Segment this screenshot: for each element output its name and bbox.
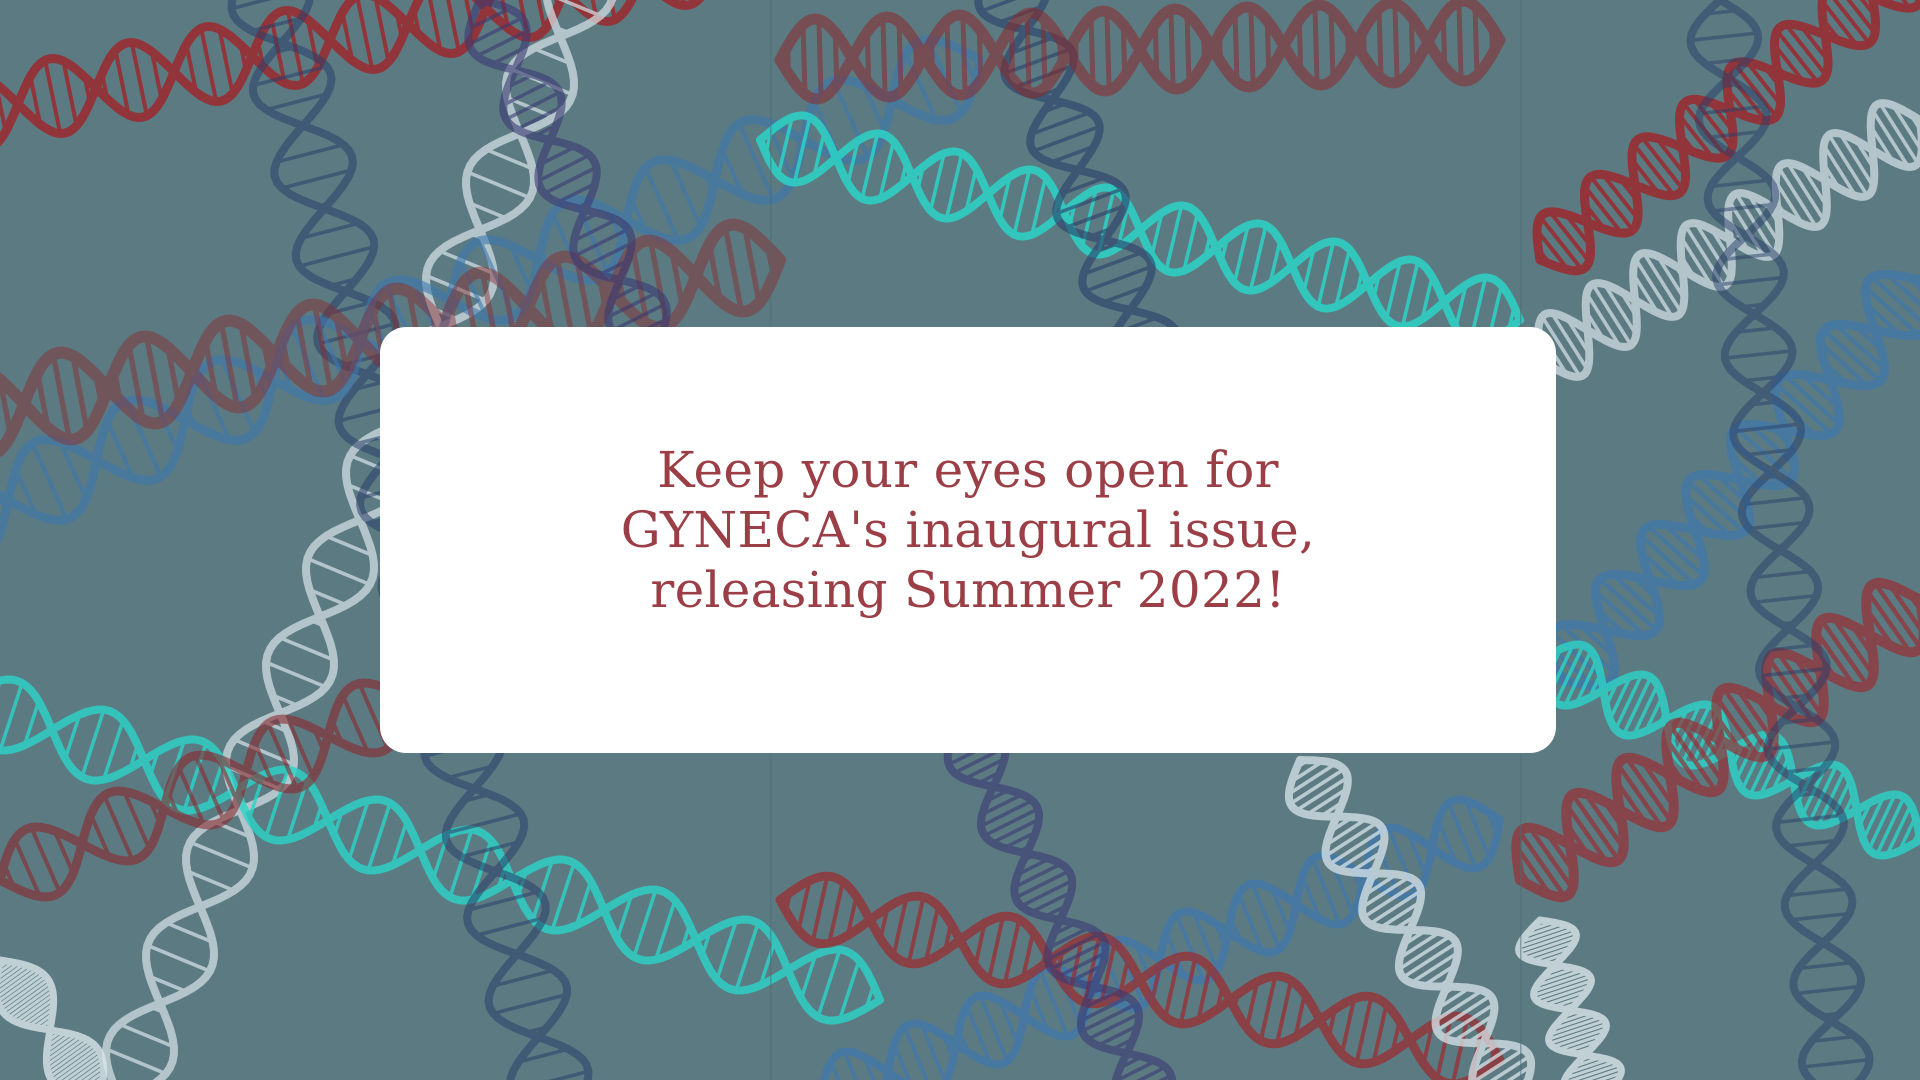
announcement-text: Keep your eyes open for GYNECA's inaugur…	[621, 440, 1316, 620]
announcement-line-2: GYNECA's inaugural issue,	[620, 501, 1316, 559]
announcement-line-3: releasing Summer 2022!	[650, 561, 1286, 619]
announcement-card: Keep your eyes open for GYNECA's inaugur…	[380, 327, 1556, 753]
announcement-line-1: Keep your eyes open for	[657, 441, 1279, 499]
